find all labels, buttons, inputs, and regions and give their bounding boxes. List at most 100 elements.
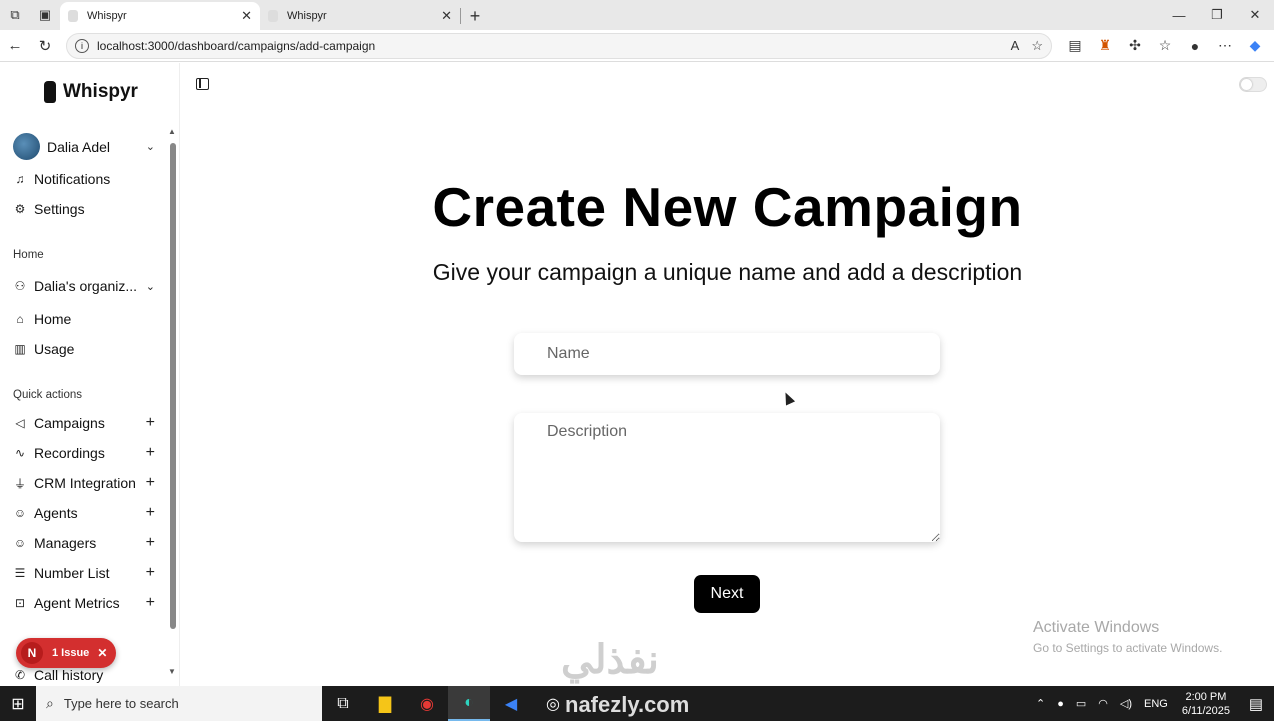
activate-subtitle: Go to Settings to activate Windows. [1033, 641, 1223, 655]
favorites-icon[interactable]: ☆ [1150, 31, 1180, 61]
new-tab-button[interactable]: + [461, 2, 489, 30]
sidebar-scrollbar[interactable] [170, 143, 176, 629]
add-agent-icon[interactable]: + [146, 504, 155, 522]
scroll-up-arrow-icon[interactable]: ▲ [168, 127, 176, 136]
chrome-icon[interactable]: ◉ [406, 686, 448, 721]
language-indicator[interactable]: ENG [1144, 698, 1168, 710]
sidebar-item-notifications[interactable]: ♫ Notifications [13, 171, 155, 187]
tab-actions-icon[interactable]: ▣ [30, 0, 60, 30]
close-window-icon[interactable]: ✕ [1236, 0, 1274, 30]
sidebar-item-agents[interactable]: ☺ Agents + [13, 504, 155, 522]
campaign-name-input[interactable] [514, 333, 940, 375]
sidebar-item-label: Campaigns [34, 415, 105, 431]
next-button[interactable]: Next [694, 575, 760, 613]
search-placeholder: Type here to search [63, 696, 179, 711]
edge-icon[interactable]: ◐ [448, 686, 490, 721]
back-icon[interactable]: ← [0, 31, 30, 61]
more-menu-icon[interactable]: ⋯ [1210, 31, 1240, 61]
extension-icon[interactable]: ♜ [1090, 31, 1120, 61]
scroll-down-arrow-icon[interactable]: ▼ [168, 667, 176, 676]
sidebar-toggle-icon[interactable] [196, 78, 209, 90]
megaphone-icon: ◁ [15, 416, 25, 430]
profile-icon[interactable]: ● [1180, 31, 1210, 61]
sidebar-item-label: Home [34, 311, 72, 327]
sidebar-item-crm-integration[interactable]: ⏚ CRM Integration + [13, 474, 155, 492]
maximize-icon[interactable]: ❐ [1198, 0, 1236, 30]
close-tab-icon[interactable]: ✕ [241, 8, 252, 24]
favicon-icon [68, 10, 78, 22]
read-aloud-icon[interactable]: A [1011, 38, 1020, 53]
tab-title: Whispyr [87, 10, 127, 22]
sidebar-item-settings[interactable]: ⚙ Settings [13, 201, 155, 217]
workspaces-icon[interactable]: ⧉ [0, 0, 30, 30]
list-icon: ☰ [14, 566, 26, 580]
add-manager-icon[interactable]: + [146, 534, 155, 552]
plug-icon: ⏚ [13, 476, 26, 491]
wifi-icon[interactable]: ◠ [1098, 697, 1108, 710]
add-campaign-icon[interactable]: + [146, 414, 155, 432]
sidebar-item-campaigns[interactable]: ◁ Campaigns + [13, 414, 155, 432]
add-crm-integration-icon[interactable]: + [146, 474, 155, 492]
add-recording-icon[interactable]: + [146, 444, 155, 462]
browser-tab-2[interactable]: Whispyr ✕ [260, 2, 460, 30]
url-text[interactable]: localhost:3000/dashboard/campaigns/add-c… [97, 39, 999, 53]
task-view-icon[interactable]: ⧉ [322, 686, 364, 721]
org-label: Dalia's organiz... [34, 278, 138, 294]
chevron-up-icon[interactable]: ⌃ [1036, 697, 1045, 710]
address-bar[interactable]: i localhost:3000/dashboard/campaigns/add… [66, 32, 1052, 59]
chevron-down-icon[interactable]: ⌄ [146, 140, 155, 153]
close-icon[interactable]: ✕ [97, 646, 107, 660]
add-agent-metric-icon[interactable]: + [146, 594, 155, 612]
section-heading-home: Home [13, 249, 44, 261]
users-icon: ☺ [13, 536, 27, 550]
site-info-icon[interactable]: i [75, 38, 89, 53]
sidebar-item-home[interactable]: ⌂ Home [13, 311, 155, 327]
add-number-list-icon[interactable]: + [146, 564, 155, 582]
minimize-icon[interactable]: — [1160, 0, 1198, 30]
bell-icon: ♫ [15, 172, 25, 186]
org-switcher[interactable]: ⚇ Dalia's organiz... ⌄ [13, 278, 155, 294]
sidebar: Whispyr Dalia Adel ⌄ ♫ Notifications ⚙ S… [0, 63, 180, 686]
notification-center-icon[interactable]: ▤ [1238, 686, 1274, 721]
issues-badge[interactable]: N 1 Issue ✕ [16, 638, 116, 668]
brand-logo[interactable]: Whispyr [44, 81, 138, 103]
sidebar-item-label: Agents [34, 505, 78, 521]
search-icon: ⌕ [46, 695, 54, 711]
sidebar-item-usage[interactable]: ▥ Usage [13, 341, 155, 357]
taskbar-clock[interactable]: 2:00 PM 6/11/2025 [1182, 690, 1230, 718]
user-name: Dalia Adel [47, 138, 111, 155]
windows-start-icon[interactable]: ⊞ [0, 686, 36, 721]
sidebar-item-managers[interactable]: ☺ Managers + [13, 534, 155, 552]
user-icon: ☺ [13, 506, 27, 520]
close-tab-icon[interactable]: ✕ [441, 8, 452, 24]
sidebar-item-label: Settings [34, 201, 85, 217]
file-explorer-icon[interactable]: ▇ [364, 686, 406, 721]
audio-wave-icon: ∿ [14, 446, 26, 460]
home-icon: ⌂ [16, 312, 24, 326]
sidebar-item-label: Usage [34, 341, 75, 357]
favorite-star-icon[interactable]: ☆ [1031, 38, 1043, 54]
sidebar-item-call-history[interactable]: ✆ Call history [13, 667, 155, 683]
campaign-description-input[interactable] [514, 413, 940, 542]
user-menu[interactable]: Dalia Adel ⌄ [13, 133, 155, 160]
copilot-icon[interactable]: ◆ [1240, 31, 1270, 61]
sidebar-item-number-list[interactable]: ☰ Number List + [13, 564, 155, 582]
theme-toggle[interactable] [1239, 77, 1267, 92]
browser-titlebar: ⧉ ▣ Whispyr ✕ Whispyr ✕ + — ❐ ✕ [0, 0, 1274, 30]
extension-icon[interactable]: ▤ [1060, 31, 1090, 61]
battery-icon[interactable]: ▭ [1076, 697, 1086, 710]
watermark-arabic: نفذلي [561, 638, 659, 682]
sidebar-item-agent-metrics[interactable]: ⊡ Agent Metrics + [13, 594, 155, 612]
system-tray: ⌃ ● ▭ ◠ ◁) ENG 2:00 PM 6/11/2025 ▤ [1030, 686, 1274, 721]
browser-tab-1[interactable]: Whispyr ✕ [60, 2, 260, 30]
extensions-puzzle-icon[interactable]: ✣ [1120, 31, 1150, 61]
volume-icon[interactable]: ◁) [1120, 697, 1132, 710]
taskbar-search[interactable]: ⌕ Type here to search [36, 686, 322, 721]
vscode-icon[interactable]: ◀ [490, 686, 532, 721]
microphone-icon[interactable]: ● [1057, 698, 1064, 710]
sidebar-item-label: Notifications [34, 171, 111, 187]
chevron-down-icon[interactable]: ⌄ [146, 280, 155, 293]
sidebar-item-recordings[interactable]: ∿ Recordings + [13, 444, 155, 462]
sidebar-item-label: Recordings [34, 445, 105, 461]
refresh-icon[interactable]: ↻ [30, 31, 60, 61]
